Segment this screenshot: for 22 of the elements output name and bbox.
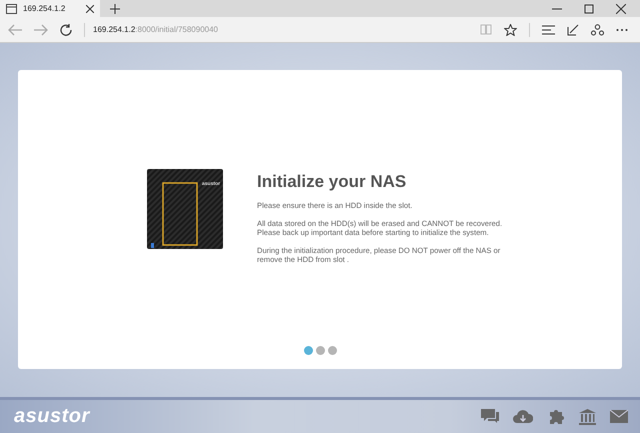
refresh-icon[interactable] bbox=[60, 24, 72, 36]
close-icon[interactable] bbox=[86, 4, 94, 12]
page-icon bbox=[6, 4, 17, 14]
carousel-dot[interactable] bbox=[304, 346, 312, 355]
maximize-icon[interactable] bbox=[584, 4, 594, 14]
chat-icon[interactable] bbox=[481, 408, 499, 424]
close-icon[interactable] bbox=[616, 4, 626, 14]
note-pen-icon[interactable] bbox=[567, 24, 579, 36]
more-icon[interactable] bbox=[616, 28, 628, 32]
bank-icon[interactable] bbox=[579, 408, 596, 424]
hub-icon[interactable] bbox=[542, 24, 555, 34]
puzzle-icon[interactable] bbox=[547, 408, 565, 426]
carousel-dot[interactable] bbox=[316, 346, 324, 355]
mail-icon[interactable] bbox=[610, 410, 628, 423]
carousel-dot[interactable] bbox=[328, 346, 336, 355]
new-tab-icon[interactable] bbox=[110, 4, 120, 14]
browser-tab[interactable]: 169.254.1.2 bbox=[0, 0, 100, 17]
cloud-download-icon[interactable] bbox=[513, 409, 533, 424]
asustor-logo: asustor bbox=[14, 405, 90, 428]
share-icon[interactable] bbox=[591, 24, 604, 36]
favorite-star-icon[interactable] bbox=[504, 24, 517, 36]
title-text: Initialize your NAS bbox=[257, 172, 408, 192]
